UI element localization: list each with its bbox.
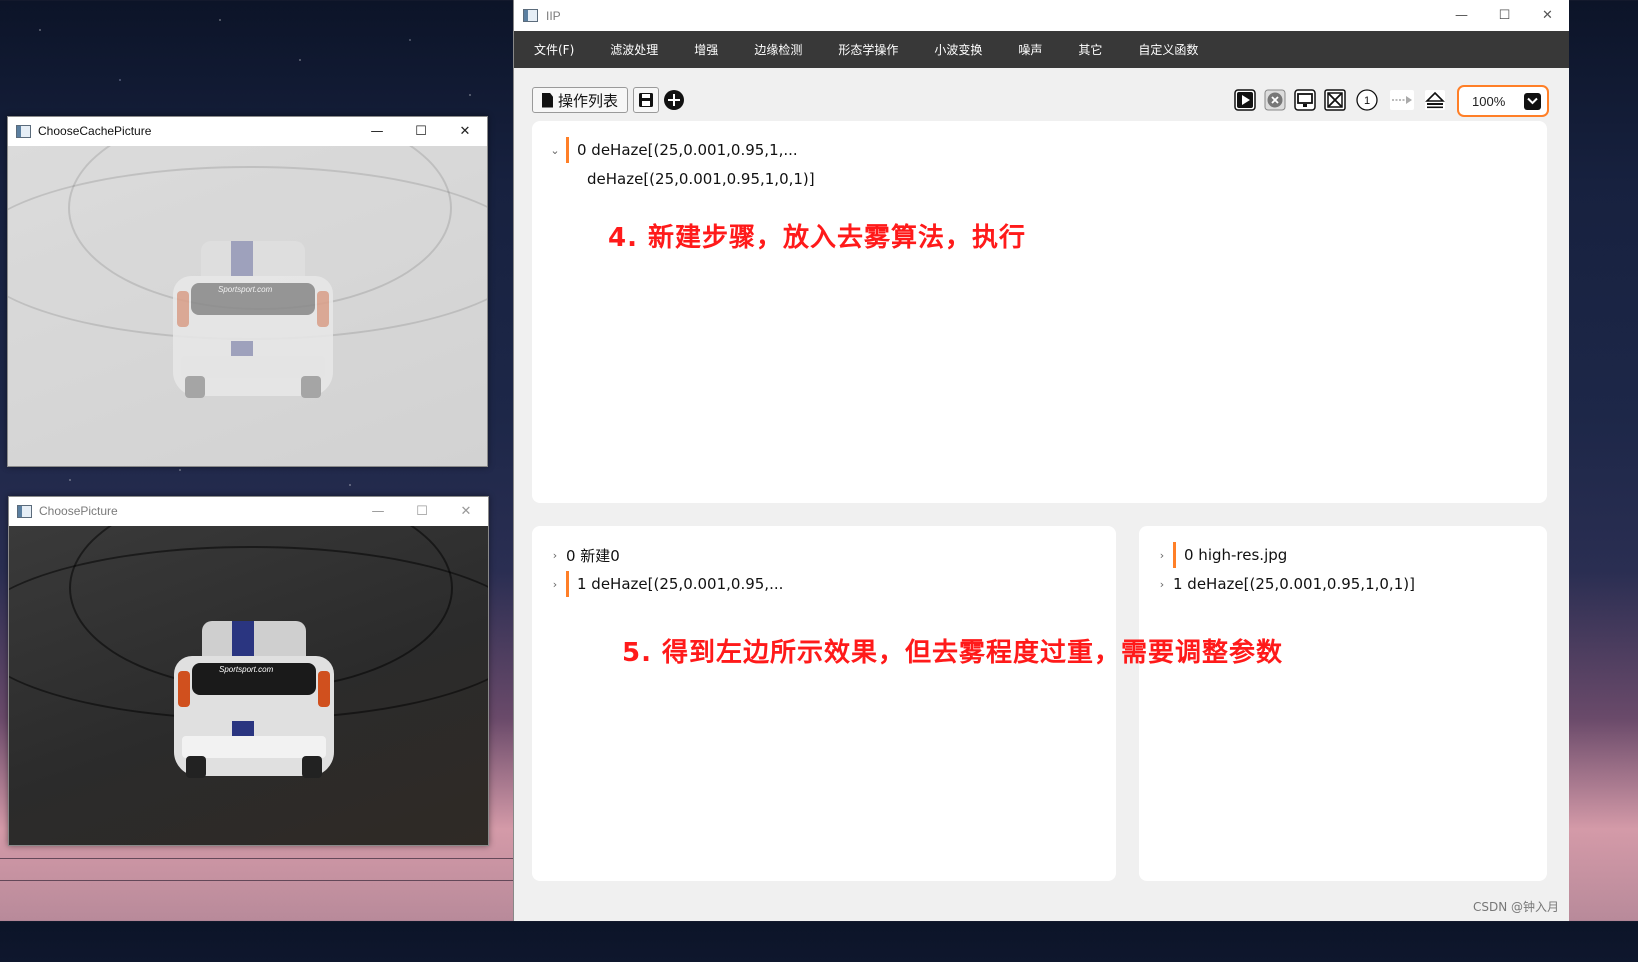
app-icon [17, 504, 32, 518]
eject-button[interactable] [1424, 89, 1446, 111]
close-icon[interactable]: ✕ [1526, 0, 1569, 31]
picture-image: Sportsport.com [9, 526, 488, 845]
image-list-panel[interactable]: › 0 high-res.jpg › 1 deHaze[(25,0.001,0.… [1139, 526, 1547, 881]
operation-tree-panel[interactable]: ⌄ 0 deHaze[(25,0.001,0.95,1,... deHaze[(… [532, 121, 1547, 503]
save-icon [639, 93, 653, 107]
maximize-icon[interactable]: ☐ [1483, 0, 1526, 31]
wallpaper-powerline [0, 858, 515, 859]
screen-icon [1294, 89, 1316, 111]
maximize-icon[interactable]: ☐ [399, 117, 443, 145]
save-button[interactable] [633, 87, 659, 113]
chevron-right-icon[interactable]: › [1155, 549, 1169, 562]
chevron-right-icon[interactable]: › [548, 549, 562, 562]
close-all-button[interactable] [1324, 89, 1346, 111]
history-panel[interactable]: › 0 新建0 › 1 deHaze[(25,0.001,0.95,... [532, 526, 1116, 881]
zoom-select[interactable]: 100% [1457, 85, 1549, 117]
stop-icon [1264, 89, 1286, 111]
tree-node-label: 0 deHaze[(25,0.001,0.95,1,... [577, 141, 798, 159]
tree-node[interactable]: ⌄ 0 deHaze[(25,0.001,0.95,1,... [548, 137, 798, 163]
chevron-right-icon[interactable]: › [548, 578, 562, 591]
picture-window[interactable]: ChoosePicture — ☐ ✕ Sportsport.com [8, 496, 489, 846]
close-icon[interactable]: ✕ [444, 497, 488, 525]
menu-custom-function[interactable]: 自定义函数 [1138, 41, 1198, 58]
operation-list-button[interactable]: 操作列表 [532, 87, 628, 113]
tree-child-item[interactable]: deHaze[(25,0.001,0.95,1,0,1)] [587, 167, 815, 191]
chevron-right-icon[interactable]: › [1155, 578, 1169, 591]
app-icon [16, 124, 31, 138]
step-annotation: 4. 新建步骤，放入去雾算法，执行 [608, 223, 1027, 253]
step-number-button[interactable]: 1 [1356, 89, 1378, 111]
cache-window-titlebar[interactable]: ChooseCachePicture — ☐ ✕ [8, 117, 487, 145]
menu-edge-detection[interactable]: 边缘检测 [754, 41, 802, 58]
menu-morphology[interactable]: 形态学操作 [838, 41, 898, 58]
list-item[interactable]: › 0 新建0 [548, 543, 620, 567]
list-item[interactable]: › 0 high-res.jpg [1155, 542, 1288, 568]
main-window-title: IIP [546, 8, 561, 23]
stop-button[interactable] [1264, 89, 1286, 111]
next-step-button[interactable] [1388, 89, 1416, 111]
menu-noise[interactable]: 噪声 [1018, 41, 1042, 58]
chevron-down-icon[interactable]: ⌄ [548, 144, 562, 157]
selection-bar [566, 137, 569, 163]
step-number-text: 1 [1364, 95, 1370, 107]
close-icon[interactable]: ✕ [443, 117, 487, 145]
selection-bar [1173, 542, 1176, 568]
chevron-down-icon[interactable] [1524, 92, 1541, 110]
list-item[interactable]: › 1 deHaze[(25,0.001,0.95,... [548, 571, 784, 597]
zoom-value: 100% [1472, 93, 1506, 109]
close-all-icon [1324, 89, 1346, 111]
list-item-label: 1 deHaze[(25,0.001,0.95,... [577, 575, 784, 593]
main-titlebar[interactable]: IIP — ☐ ✕ [514, 0, 1569, 31]
app-icon [523, 9, 538, 22]
minimize-icon[interactable]: — [355, 117, 399, 145]
menu-wavelet[interactable]: 小波变换 [934, 41, 982, 58]
iip-main-window[interactable]: IIP — ☐ ✕ 文件(F) 滤波处理 增强 边缘检测 形态学操作 小波变换 … [513, 0, 1569, 921]
play-icon [1234, 89, 1256, 111]
menu-enhance[interactable]: 增强 [694, 41, 718, 58]
menu-filter[interactable]: 滤波处理 [610, 41, 658, 58]
cache-picture-window[interactable]: ChooseCachePicture — ☐ ✕ Sportsport.com [7, 116, 488, 467]
minimize-icon[interactable]: — [356, 497, 400, 525]
menu-bar: 文件(F) 滤波处理 增强 边缘检测 形态学操作 小波变换 噪声 其它 自定义函… [514, 31, 1569, 68]
minimize-icon[interactable]: — [1440, 0, 1483, 31]
eject-icon [1425, 90, 1445, 110]
add-icon [664, 90, 684, 110]
list-item-label: 0 新建0 [566, 546, 620, 565]
maximize-icon[interactable]: ☐ [400, 497, 444, 525]
list-item-label: 0 high-res.jpg [1184, 546, 1288, 564]
result-annotation: 5. 得到左边所示效果，但去雾程度过重，需要调整参数 [622, 638, 1284, 668]
wallpaper-powerline [0, 880, 515, 881]
display-button[interactable] [1294, 89, 1316, 111]
add-step-button[interactable] [663, 89, 685, 111]
list-item[interactable]: › 1 deHaze[(25,0.001,0.95,1,0,1)] [1155, 572, 1415, 596]
selection-bar [566, 571, 569, 597]
picture-window-titlebar[interactable]: ChoosePicture — ☐ ✕ [9, 497, 488, 525]
toolbar: 操作列表 1 100% [514, 85, 1569, 117]
car-brand-text: Sportsport.com [219, 665, 274, 674]
run-button[interactable] [1234, 89, 1256, 111]
step-number-icon: 1 [1356, 89, 1378, 111]
menu-file[interactable]: 文件(F) [534, 41, 574, 58]
csdn-watermark: CSDN @钟入月 [1472, 900, 1559, 914]
cache-window-title: ChooseCachePicture [38, 124, 152, 138]
picture-window-title: ChoosePicture [39, 504, 118, 518]
menu-other[interactable]: 其它 [1078, 41, 1102, 58]
operation-list-label: 操作列表 [557, 91, 618, 110]
tree-child-label: deHaze[(25,0.001,0.95,1,0,1)] [587, 170, 815, 188]
document-icon [541, 92, 553, 108]
cache-picture-image: Sportsport.com [8, 146, 487, 466]
arrow-right-icon [1390, 90, 1414, 110]
list-item-label: 1 deHaze[(25,0.001,0.95,1,0,1)] [1173, 575, 1415, 593]
